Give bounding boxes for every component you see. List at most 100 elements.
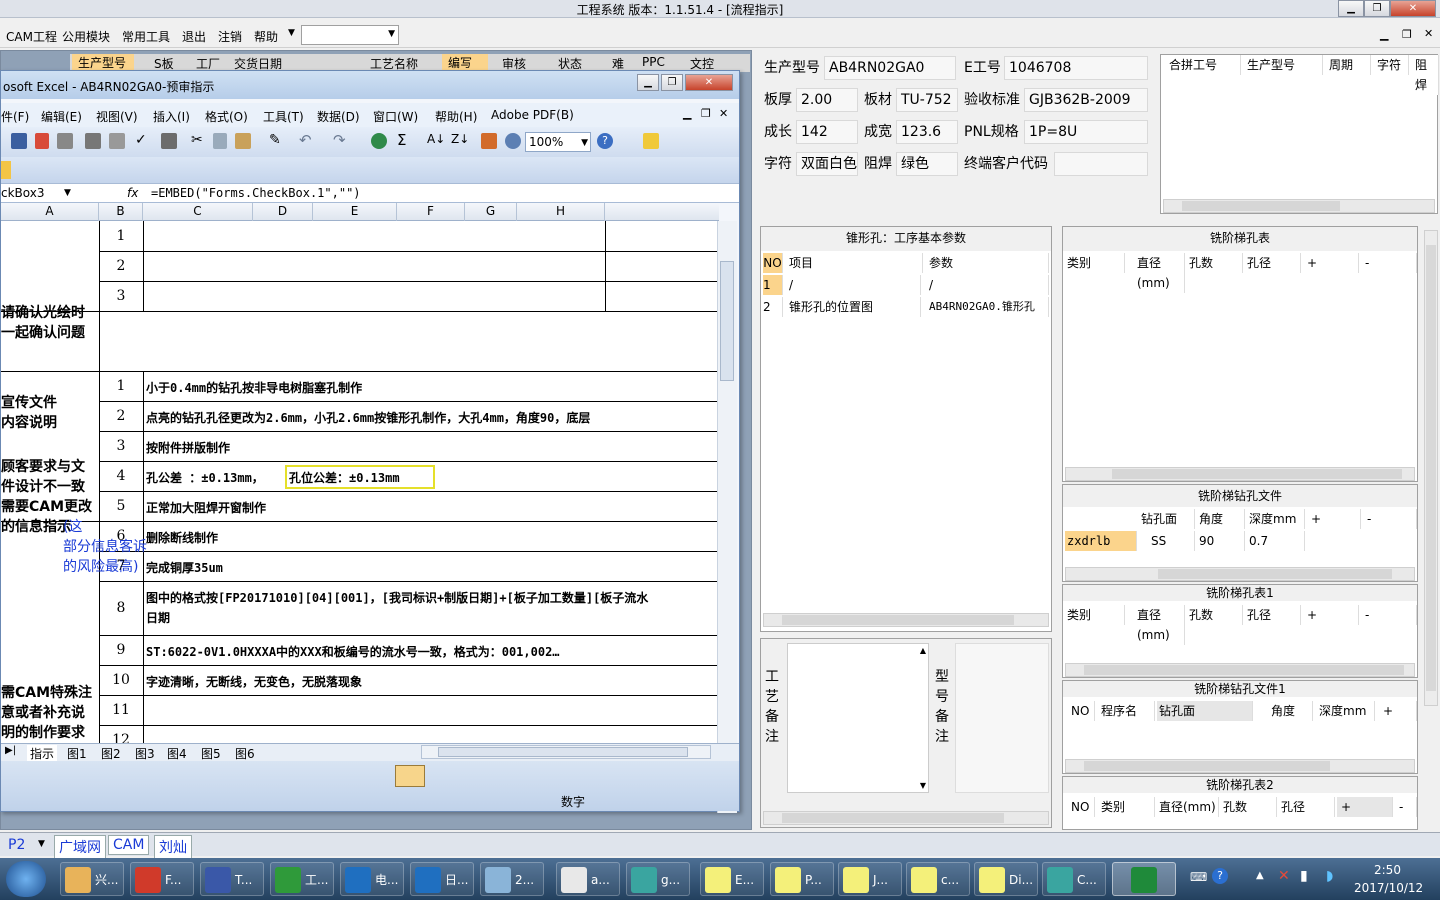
restore-button[interactable]: ❐: [1364, 0, 1390, 17]
worksheet-grid[interactable]: 请确认光绘时 一起确认问题 宣传文件 内容说明 顾客要求与文 件设计不一致 需要…: [1, 221, 717, 801]
model-notes-textarea[interactable]: [955, 643, 1049, 793]
minimize-button[interactable]: ▁: [1338, 0, 1364, 17]
drawing-tool-icon[interactable]: [395, 765, 425, 787]
step1-col[interactable]: 孔径: [1245, 605, 1301, 625]
excel-maximize-button[interactable]: ❐: [661, 74, 683, 91]
sheet-tab[interactable]: 图1: [67, 745, 87, 762]
instruction-text[interactable]: ST:6022-0V1.0HXXXA中的XXX和板编号的流水号一致，格式为：00…: [146, 643, 560, 660]
field-material[interactable]: TU-752: [896, 88, 958, 112]
permission-icon[interactable]: [35, 133, 49, 149]
step-col[interactable]: 孔数: [1187, 253, 1243, 273]
step2-col[interactable]: 孔数: [1221, 797, 1277, 817]
step2-add-button[interactable]: +: [1337, 797, 1393, 817]
paste-icon[interactable]: [235, 133, 251, 149]
project-dropdown-icon[interactable]: ▼: [38, 839, 45, 849]
instruction-text[interactable]: 正常加大阻焊开窗制作: [146, 499, 266, 516]
instruction-text[interactable]: 按附件拼版制作: [146, 439, 230, 456]
mdi-minimize-icon[interactable]: ▁: [1380, 28, 1388, 41]
sort-desc-icon[interactable]: Z↓: [451, 132, 469, 146]
excel-menu-adobe[interactable]: Adobe PDF(B): [491, 108, 574, 122]
col-header-h[interactable]: H: [517, 203, 605, 221]
mail-icon[interactable]: [57, 133, 73, 149]
taskbar-item[interactable]: E...: [700, 862, 764, 896]
research-icon[interactable]: [161, 133, 177, 149]
taskbar-item[interactable]: c...: [906, 862, 970, 896]
instruction-text[interactable]: 日期: [146, 609, 170, 626]
mdi-close-icon[interactable]: ✕: [1424, 27, 1433, 40]
countersink-col-no[interactable]: NO: [763, 253, 783, 273]
tab-scroll-icon[interactable]: ▶|: [5, 745, 16, 756]
notes-hscroll[interactable]: [763, 811, 1049, 825]
step-drill1-hscroll[interactable]: [1065, 759, 1415, 773]
excel-menu-data[interactable]: 数据(D): [317, 108, 360, 125]
doc-minimize-icon[interactable]: ▁: [683, 107, 691, 120]
step2-col[interactable]: 孔径: [1279, 797, 1335, 817]
copy-icon[interactable]: [213, 133, 227, 149]
print-preview-icon[interactable]: [109, 133, 125, 149]
field-thickness[interactable]: 2.00: [796, 88, 858, 112]
step1-remove-button[interactable]: -: [1361, 605, 1417, 625]
step1-col[interactable]: 直径(mm): [1127, 605, 1185, 645]
countersink-row-no[interactable]: 2: [763, 297, 783, 317]
step-remove-button[interactable]: -: [1361, 253, 1417, 273]
step-drill1-hscroll-thumb[interactable]: [1084, 761, 1330, 771]
step2-remove-button[interactable]: -: [1395, 797, 1417, 817]
step-drill-col[interactable]: 钻孔面: [1139, 509, 1195, 529]
instruction-text[interactable]: 完成铜厚35um: [146, 559, 223, 576]
step-drill-face[interactable]: SS: [1139, 531, 1195, 551]
hscroll-thumb[interactable]: [438, 747, 688, 757]
notes-scroll-down-icon[interactable]: ▼: [920, 781, 926, 790]
countersink-row-param[interactable]: AB4RN02GA0.锥形孔: [929, 297, 1049, 317]
merge-hscroll-thumb[interactable]: [1182, 201, 1340, 211]
toolbar-grip-icon[interactable]: [1, 161, 11, 179]
merge-col[interactable]: 合拼工号: [1165, 55, 1241, 75]
taskbar-item[interactable]: 工...: [270, 862, 334, 896]
step-drill-depth[interactable]: 0.7: [1247, 531, 1305, 551]
step1-add-button[interactable]: +: [1303, 605, 1359, 625]
countersink-col-param[interactable]: 参数: [925, 253, 1049, 273]
spelling-icon[interactable]: ✓: [135, 132, 147, 148]
menu-tools[interactable]: 常用工具: [122, 28, 170, 45]
fx-icon[interactable]: fx: [127, 186, 138, 200]
sheet-tab-active[interactable]: 指示: [27, 745, 58, 762]
drawing-icon[interactable]: [505, 133, 521, 149]
step-drill1-col[interactable]: NO: [1065, 701, 1095, 721]
field-length[interactable]: 142: [796, 120, 858, 144]
right-vscroll[interactable]: [1424, 230, 1438, 706]
step2-col[interactable]: NO: [1065, 797, 1095, 817]
step-drill-col[interactable]: 角度: [1197, 509, 1245, 529]
instruction-text[interactable]: 删除断线制作: [146, 529, 218, 546]
name-box[interactable]: ckBox3: [1, 186, 73, 200]
keyboard-icon[interactable]: ⌨: [1190, 870, 1207, 884]
zoom-box[interactable]: 100% ▼: [525, 132, 591, 152]
step1-col[interactable]: 孔数: [1187, 605, 1243, 625]
step-drill1-col[interactable]: 程序名: [1097, 701, 1155, 721]
countersink-hscroll-thumb[interactable]: [782, 615, 1014, 625]
doc-restore-icon[interactable]: ❐: [701, 107, 711, 120]
step-drill-col[interactable]: 深度mm: [1247, 509, 1305, 529]
countersink-row-param[interactable]: /: [929, 275, 1049, 295]
notes-scroll-up-icon[interactable]: ▲: [920, 646, 926, 655]
name-box-arrow-icon[interactable]: ▼: [64, 188, 71, 198]
menu-logout[interactable]: 注销: [218, 28, 242, 45]
taskbar-item[interactable]: C...: [1042, 862, 1106, 896]
countersink-row-item[interactable]: /: [789, 275, 921, 295]
notes-hscroll-thumb[interactable]: [782, 813, 1004, 823]
undo-icon[interactable]: ↶: [299, 131, 312, 149]
col-header-a[interactable]: A: [1, 203, 99, 221]
instruction-text[interactable]: 小于0.4mm的钻孔按非导电树脂塞孔制作: [146, 379, 362, 396]
countersink-row-item[interactable]: 锥形孔的位置图: [789, 297, 921, 317]
cut-icon[interactable]: ✂: [191, 132, 203, 148]
instruction-text[interactable]: 点亮的钻孔孔径更改为2.6mm，小孔2.6mm按锥形孔制作，大孔4mm，角度90…: [146, 409, 590, 426]
step-drill-hscroll-thumb[interactable]: [1158, 569, 1392, 579]
excel-menu-help[interactable]: 帮助(H): [435, 108, 477, 125]
merge-col[interactable]: 周期: [1325, 55, 1371, 75]
col-header-e[interactable]: E: [313, 203, 397, 221]
sheet-tab[interactable]: 图3: [135, 745, 155, 762]
print-icon[interactable]: [85, 133, 101, 149]
tray-expand-icon[interactable]: ▲: [1256, 870, 1264, 881]
clock-time[interactable]: 2:50: [1374, 863, 1401, 877]
autosum-icon[interactable]: Σ: [397, 131, 406, 149]
sheet-tab[interactable]: 图6: [235, 745, 255, 762]
taskbar-item[interactable]: P...: [770, 862, 834, 896]
